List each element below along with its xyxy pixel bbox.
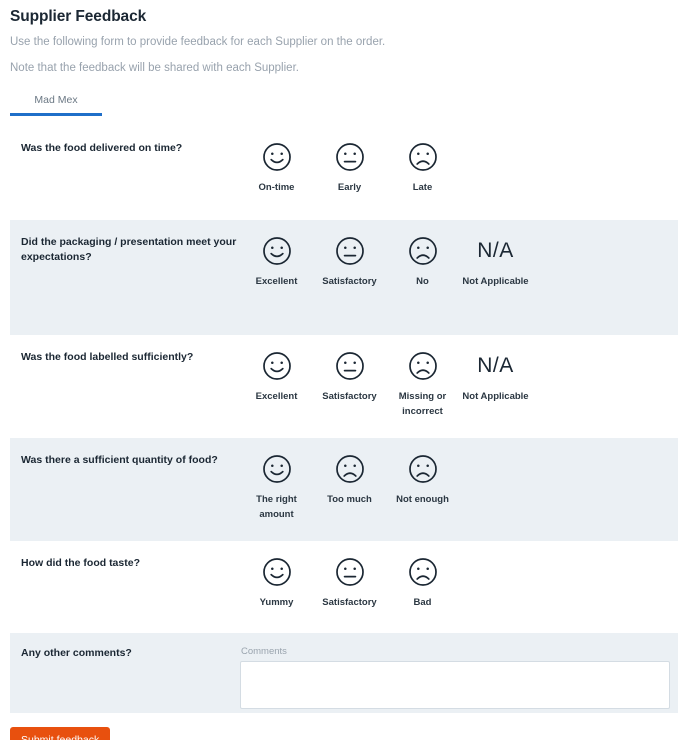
header-description-line-2: Note that the feedback will be shared wi… bbox=[10, 62, 299, 74]
option-smile-face[interactable]: Excellent bbox=[240, 349, 313, 404]
not-applicable-icon[interactable]: N/A bbox=[477, 234, 514, 268]
question-row: Was the food labelled sufficiently? Excel… bbox=[10, 335, 678, 438]
supplier-tabs: Mad Mex bbox=[10, 90, 678, 116]
option-label: The right amount bbox=[256, 494, 297, 520]
sad-face-icon[interactable] bbox=[335, 452, 365, 486]
option-label: On-time bbox=[258, 182, 295, 193]
option-label: Not enough bbox=[396, 494, 449, 505]
comments-question-label: Any other comments? bbox=[21, 647, 132, 659]
option-label: No bbox=[416, 276, 429, 287]
neutral-face-icon[interactable] bbox=[335, 349, 365, 383]
option-neutral-face[interactable]: Satisfactory bbox=[313, 349, 386, 404]
option-neutral-face[interactable]: Early bbox=[313, 140, 386, 195]
option-label: Not Applicable bbox=[462, 276, 529, 287]
comments-row: Any other comments? Comments bbox=[10, 633, 678, 713]
comments-field-group: Comments bbox=[240, 645, 670, 714]
smile-face-icon[interactable] bbox=[262, 349, 292, 383]
feedback-question-list: Was the food delivered on time? On-time Ea… bbox=[0, 126, 688, 633]
smile-face-icon[interactable] bbox=[262, 555, 292, 589]
option-neutral-face[interactable]: Satisfactory bbox=[313, 234, 386, 289]
submit-row: Submit feedback bbox=[10, 727, 688, 740]
header-description-line-1: Use the following form to provide feedba… bbox=[10, 36, 386, 48]
option-label: Satisfactory bbox=[322, 391, 377, 402]
comments-field-label: Comments bbox=[241, 646, 287, 657]
option-label: Excellent bbox=[255, 276, 298, 287]
option-sad-face[interactable]: Late bbox=[386, 140, 459, 195]
option-label: Satisfactory bbox=[322, 276, 377, 287]
option-smile-face[interactable]: On-time bbox=[240, 140, 313, 195]
page-title: Supplier Feedback bbox=[10, 8, 147, 25]
neutral-face-icon[interactable] bbox=[335, 140, 365, 174]
option-smile-face[interactable]: The right amount bbox=[240, 452, 313, 522]
option-label: Missing or incorrect bbox=[398, 391, 447, 417]
option-label: Satisfactory bbox=[322, 597, 377, 608]
neutral-face-icon[interactable] bbox=[335, 555, 365, 589]
page-header: Supplier Feedback Use the following form… bbox=[0, 0, 688, 76]
question-row: How did the food taste? Yummy Satisfactory… bbox=[10, 541, 678, 633]
option-label: Excellent bbox=[255, 391, 298, 402]
neutral-face-icon[interactable] bbox=[335, 234, 365, 268]
option-group: Yummy Satisfactory Bad bbox=[240, 555, 459, 610]
sad-face-icon[interactable] bbox=[408, 452, 438, 486]
sad-face-icon[interactable] bbox=[408, 555, 438, 589]
option-label: Bad bbox=[413, 597, 432, 608]
not-applicable-text: N/A bbox=[477, 239, 514, 262]
option-sad-face[interactable]: Not enough bbox=[386, 452, 459, 507]
option-smile-face[interactable]: Yummy bbox=[240, 555, 313, 610]
option-label: Not Applicable bbox=[462, 391, 529, 402]
option-group: Excellent Satisfactory No N/A Not Applicable bbox=[240, 234, 532, 289]
comments-input[interactable] bbox=[240, 661, 670, 709]
question-row: Was the food delivered on time? On-time Ea… bbox=[10, 126, 678, 220]
question-row: Was there a sufficient quantity of food?… bbox=[10, 438, 678, 541]
option-label: Late bbox=[412, 182, 433, 193]
sad-face-icon[interactable] bbox=[408, 234, 438, 268]
option-sad-face[interactable]: Too much bbox=[313, 452, 386, 507]
question-label: Was the food delivered on time? bbox=[21, 142, 183, 154]
sad-face-icon[interactable] bbox=[408, 349, 438, 383]
option-label: Early bbox=[337, 182, 362, 193]
option-group: On-time Early Late bbox=[240, 140, 459, 195]
supplier-feedback-page: Supplier Feedback Use the following form… bbox=[0, 0, 688, 740]
sad-face-icon[interactable] bbox=[408, 140, 438, 174]
option-not-applicable[interactable]: N/A Not Applicable bbox=[459, 234, 532, 289]
option-label: Too much bbox=[327, 494, 372, 505]
question-row: Did the packaging / presentation meet yo… bbox=[10, 220, 678, 335]
option-group: The right amount Too much Not enough bbox=[240, 452, 459, 522]
question-label: Was the food labelled sufficiently? bbox=[21, 351, 194, 363]
smile-face-icon[interactable] bbox=[262, 452, 292, 486]
not-applicable-icon[interactable]: N/A bbox=[477, 349, 514, 383]
option-not-applicable[interactable]: N/A Not Applicable bbox=[459, 349, 532, 404]
tab-mad-mex[interactable]: Mad Mex bbox=[10, 94, 102, 116]
not-applicable-text: N/A bbox=[477, 354, 514, 377]
option-group: Excellent Satisfactory Missing or incorrec… bbox=[240, 349, 532, 419]
option-sad-face[interactable]: Bad bbox=[386, 555, 459, 610]
question-label: Was there a sufficient quantity of food? bbox=[21, 454, 218, 466]
smile-face-icon[interactable] bbox=[262, 140, 292, 174]
submit-feedback-button[interactable]: Submit feedback bbox=[10, 727, 111, 740]
smile-face-icon[interactable] bbox=[262, 234, 292, 268]
option-sad-face[interactable]: Missing or incorrect bbox=[386, 349, 459, 419]
option-label: Yummy bbox=[259, 597, 294, 608]
question-label: Did the packaging / presentation meet yo… bbox=[21, 236, 237, 263]
option-sad-face[interactable]: No bbox=[386, 234, 459, 289]
option-neutral-face[interactable]: Satisfactory bbox=[313, 555, 386, 610]
question-label: How did the food taste? bbox=[21, 557, 140, 569]
option-smile-face[interactable]: Excellent bbox=[240, 234, 313, 289]
